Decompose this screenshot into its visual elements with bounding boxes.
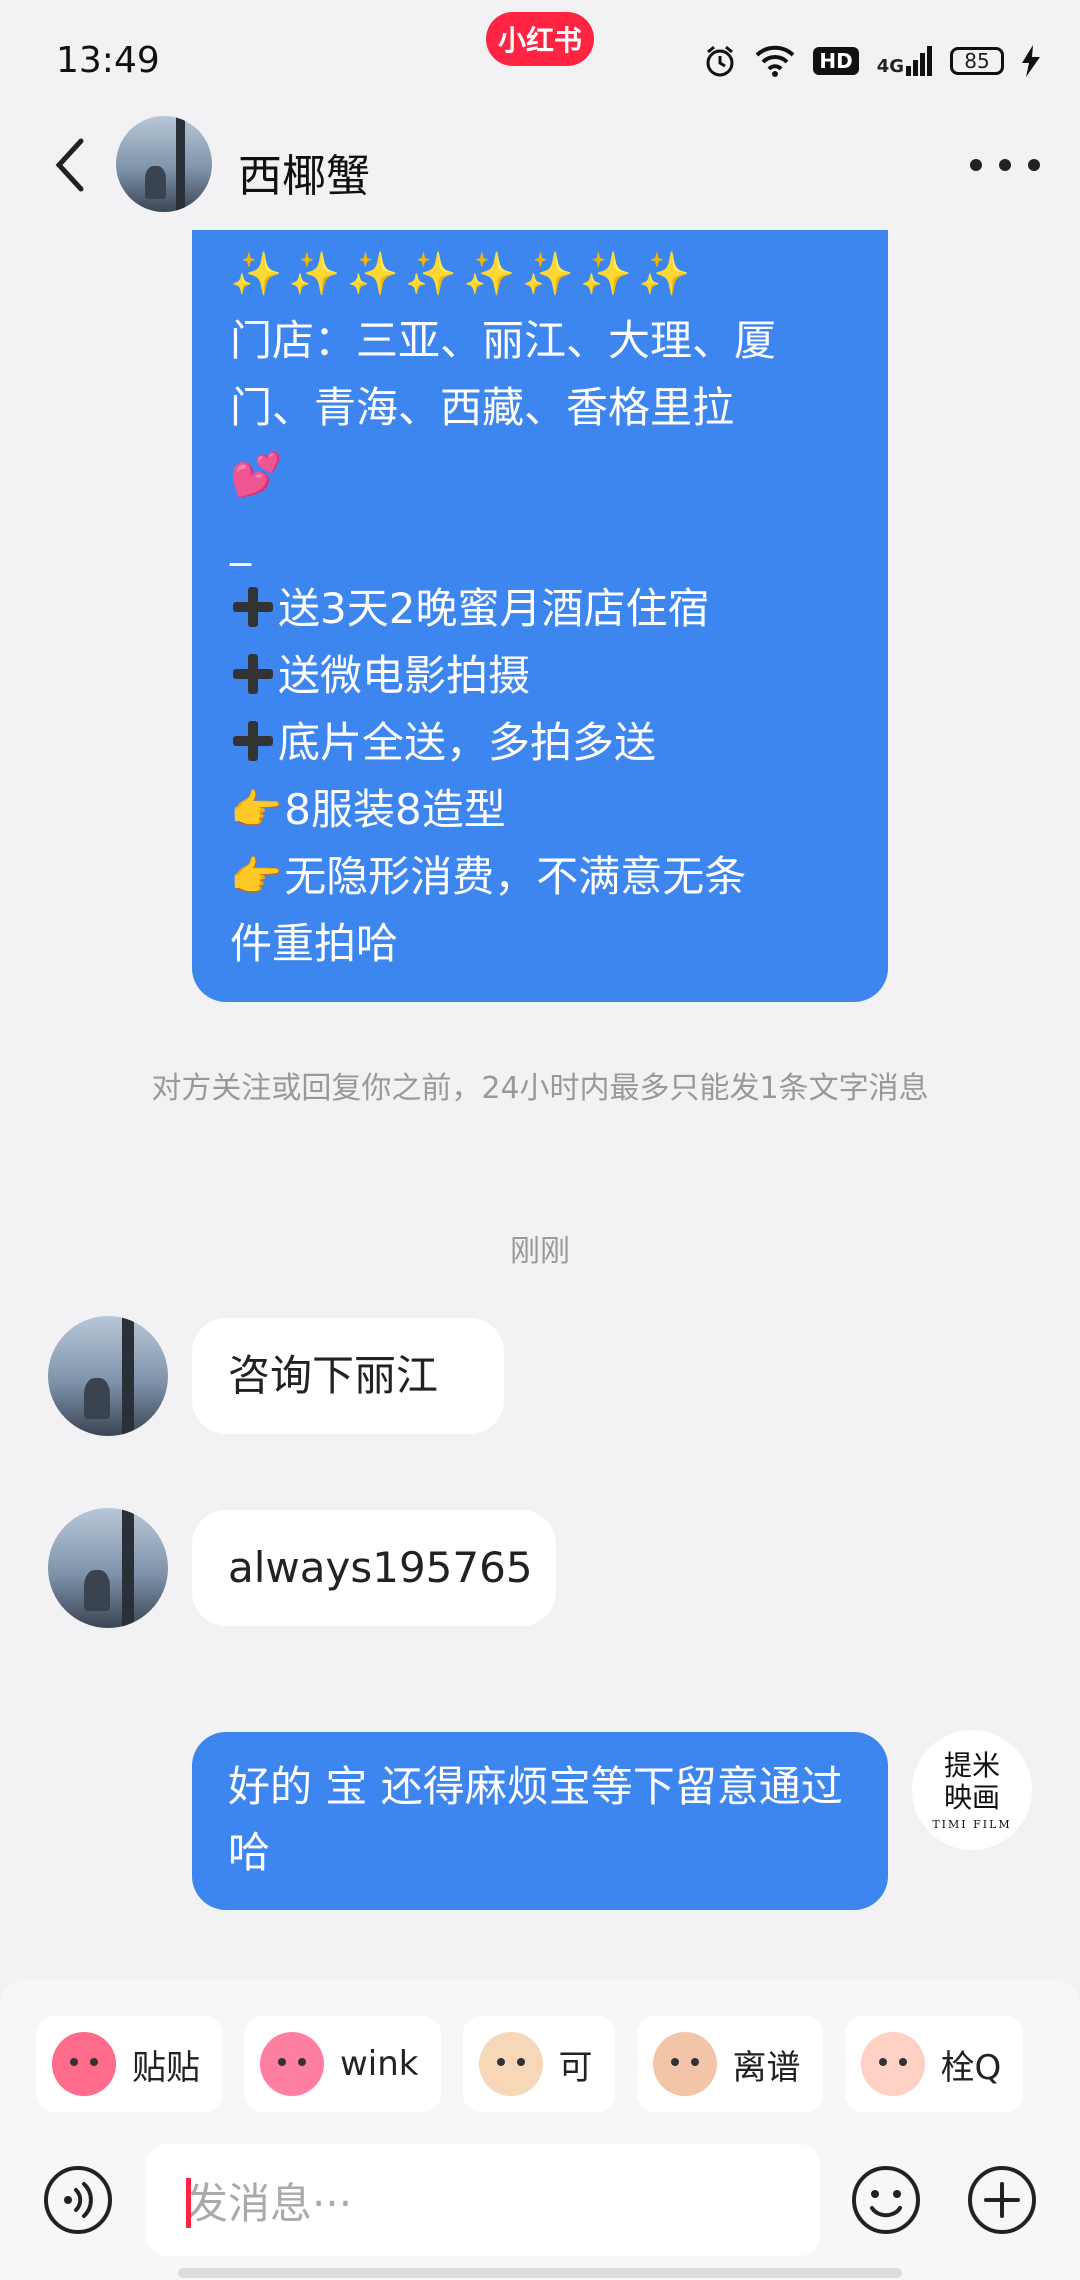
sticker-chip[interactable]: 栓Q — [844, 2016, 1024, 2112]
plus-emoji-icon — [230, 585, 274, 629]
sticker-face-icon — [52, 2032, 116, 2096]
sticker-chip[interactable]: wink — [244, 2016, 441, 2112]
message-line: 件重拍哈 — [230, 919, 399, 968]
alarm-icon — [703, 44, 737, 78]
sticker-face-icon — [260, 2032, 324, 2096]
plus-emoji-icon — [230, 719, 274, 763]
message-input[interactable]: 发消息··· — [146, 2144, 820, 2256]
message-line: 送微电影拍摄 — [230, 642, 852, 709]
sticker-chip[interactable]: 可 — [462, 2016, 615, 2112]
message-line: 底片全送，多拍多送 — [230, 709, 852, 776]
message-bubble-outgoing-promo[interactable]: ✨✨✨✨✨✨✨✨ 门店：三亚、丽江、大理、厦 门、青海、西藏、香格里拉 💕 _ … — [192, 230, 888, 1002]
home-indicator[interactable] — [178, 2268, 902, 2278]
sticker-face-icon — [478, 2032, 543, 2096]
sticker-suggestion-row: 贴贴 wink 可 离谱 栓Q — [36, 2016, 1024, 2112]
status-bar: 13:49 小红书 HD 4G 85 — [0, 0, 1080, 120]
contact-avatar[interactable] — [116, 116, 212, 212]
plus-emoji-icon — [230, 652, 274, 696]
message-bubble-incoming[interactable]: 咨询下丽江 — [192, 1318, 504, 1434]
message-line: 👉8服装8造型 — [230, 785, 506, 834]
contact-name[interactable]: 西椰蟹 — [238, 140, 370, 204]
emoji-button[interactable] — [846, 2160, 926, 2240]
message-line: 👉无隐形消费，不满意无条 — [230, 852, 747, 901]
back-button[interactable] — [44, 130, 94, 200]
text-caret — [186, 2178, 191, 2228]
avatar-logo-text: 映画 — [943, 1780, 1000, 1814]
sticker-face-icon — [652, 2032, 717, 2096]
message-line: _ — [230, 517, 251, 566]
sticker-chip[interactable]: 贴贴 — [36, 2016, 222, 2112]
battery-indicator: 85 — [950, 47, 1004, 75]
chat-header: 西椰蟹 — [0, 110, 1080, 220]
brand-badge: 小红书 — [486, 12, 594, 66]
voice-icon — [44, 2166, 112, 2234]
smiley-icon — [852, 2166, 920, 2234]
plus-circle-icon — [968, 2166, 1036, 2234]
wifi-icon — [755, 45, 795, 77]
message-bubble-outgoing[interactable]: 好的 宝 还得麻烦宝等下留意通过哈 — [192, 1732, 888, 1910]
heart-emoji: 💕 — [230, 450, 283, 499]
contact-avatar[interactable] — [48, 1316, 168, 1436]
add-button[interactable] — [962, 2160, 1042, 2240]
message-line: 送3天2晚蜜月酒店住宿 — [230, 575, 852, 642]
hd-badge: HD — [813, 47, 859, 75]
status-time: 13:49 — [56, 40, 160, 81]
message-bubble-incoming[interactable]: always195765 — [192, 1510, 556, 1626]
contact-avatar[interactable] — [48, 1508, 168, 1628]
sparkle-emojis: ✨✨✨✨✨✨✨✨ — [230, 249, 697, 298]
message-line: 门店：三亚、丽江、大理、厦 — [230, 316, 777, 365]
avatar-logo-text: 提米 — [943, 1748, 1000, 1782]
message-line: 门、青海、西藏、香格里拉 — [230, 383, 735, 432]
message-text: 好的 宝 还得麻烦宝等下留意通过哈 — [228, 1762, 843, 1877]
voice-button[interactable] — [38, 2160, 118, 2240]
sticker-face-icon — [860, 2032, 925, 2096]
more-options-button[interactable] — [970, 150, 1040, 180]
message-timestamp: 刚刚 — [510, 1234, 570, 1269]
message-input-bar: 发消息··· — [0, 2140, 1080, 2280]
status-icons: HD 4G 85 — [703, 44, 1040, 78]
network-label: 4G — [876, 56, 904, 77]
pointing-hand-icon: 👉 — [230, 785, 283, 834]
more-icon — [970, 159, 982, 171]
my-avatar[interactable]: 提米 映画 TIMI FILM — [912, 1730, 1032, 1850]
signal-icon: 4G — [877, 46, 932, 76]
chevron-left-icon — [55, 138, 84, 192]
pointing-hand-icon: 👉 — [230, 852, 283, 901]
input-placeholder: 发消息··· — [186, 2178, 353, 2228]
sticker-chip[interactable]: 离谱 — [636, 2016, 823, 2112]
system-notice: 对方关注或回复你之前，24小时内最多只能发1条文字消息 — [151, 1071, 929, 1106]
charging-icon — [1022, 45, 1040, 77]
avatar-logo-subtext: TIMI FILM — [932, 1817, 1012, 1831]
